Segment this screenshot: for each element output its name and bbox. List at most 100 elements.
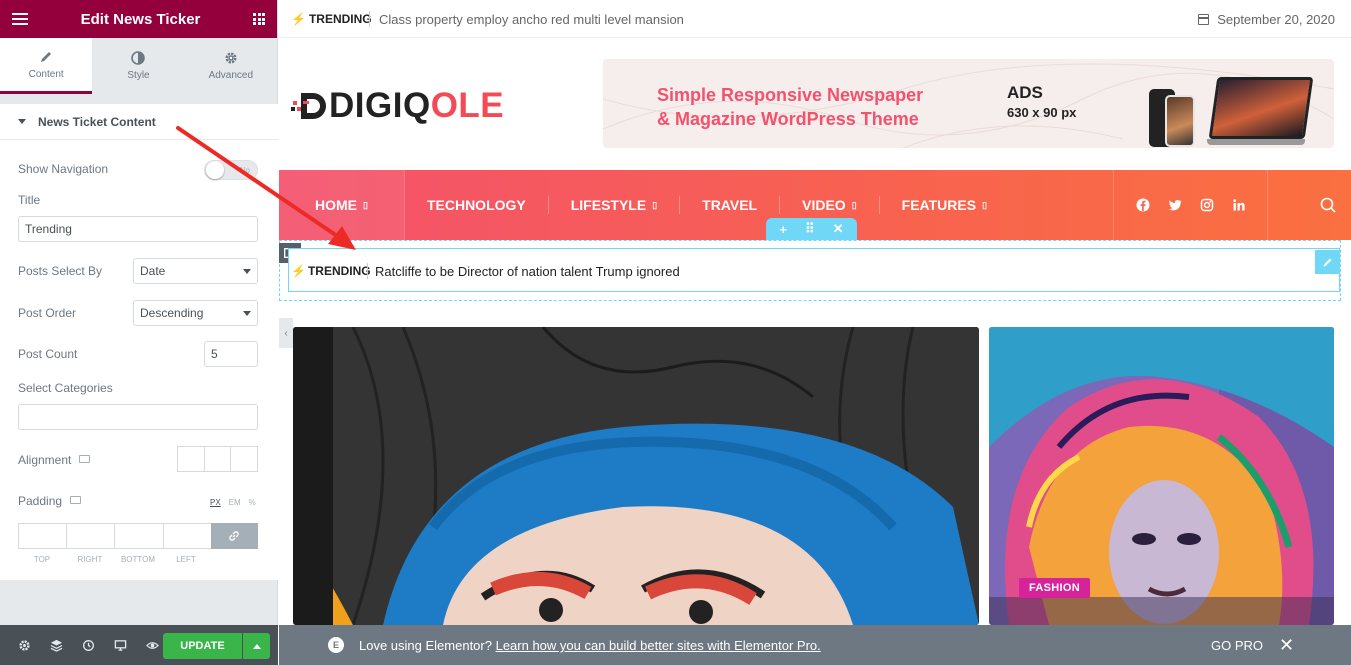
news-ticker-widget[interactable]: ⚡ TRENDING Ratcliffe to be Director of na… xyxy=(288,248,1340,292)
post-count-input[interactable]: 5 xyxy=(204,341,258,367)
dim-label-spacer xyxy=(210,555,258,564)
section-title: News Ticket Content xyxy=(38,114,156,129)
dropdown-icon: ▯ xyxy=(652,199,658,210)
padding-top-input[interactable] xyxy=(18,523,67,549)
show-navigation-label: Show Navigation xyxy=(18,162,109,176)
section-toggle[interactable]: News Ticket Content xyxy=(0,104,278,140)
chevron-down-icon xyxy=(243,311,251,316)
unit-em[interactable]: EM xyxy=(229,498,241,507)
editor-panel: Edit News Ticker Content Style Advanced … xyxy=(0,0,278,665)
contrast-icon xyxy=(131,51,146,65)
post-count-value: 5 xyxy=(211,347,218,361)
tab-advanced[interactable]: Advanced xyxy=(184,38,277,94)
instagram-icon[interactable] xyxy=(1200,198,1214,212)
title-label: Title xyxy=(18,193,41,207)
dim-label-bottom: BOTTOM xyxy=(120,555,156,564)
dropdown-icon: ▯ xyxy=(982,199,988,210)
edit-widget-button[interactable] xyxy=(1315,250,1339,274)
align-right-button[interactable] xyxy=(231,447,257,471)
link-values-button[interactable] xyxy=(210,523,259,549)
alignment-label: Alignment xyxy=(18,453,91,467)
ticker-label-text: TRENDING xyxy=(307,264,371,278)
nav-travel[interactable]: TRAVEL xyxy=(680,170,779,240)
tab-style[interactable]: Style xyxy=(92,38,185,94)
ticker-headline[interactable]: Ratcliffe to be Director of nation talen… xyxy=(375,264,680,279)
ad-size: 630 x 90 px xyxy=(1007,105,1077,120)
padding-inputs xyxy=(18,523,259,549)
nav-technology[interactable]: TECHNOLOGY xyxy=(405,170,548,240)
linkedin-icon[interactable] xyxy=(1232,198,1246,212)
notice-prefix: Love using Elementor? xyxy=(359,638,496,653)
tab-advanced-label: Advanced xyxy=(208,70,254,81)
ticker-label: ⚡ TRENDING xyxy=(291,264,371,278)
category-badge[interactable]: FASHION xyxy=(1019,578,1090,598)
post-order-select[interactable]: Descending xyxy=(133,300,258,326)
alignment-choices xyxy=(177,446,258,472)
caret-down-icon xyxy=(18,119,26,124)
nav-features[interactable]: FEATURES ▯ xyxy=(880,170,1009,240)
notice-message: Love using Elementor? Learn how you can … xyxy=(359,638,821,653)
history-button[interactable] xyxy=(72,639,104,652)
show-navigation-toggle[interactable]: No xyxy=(204,160,258,180)
title-input[interactable]: Trending xyxy=(18,216,258,242)
link-icon xyxy=(229,531,240,541)
go-pro-link[interactable]: GO PRO xyxy=(1211,638,1263,653)
padding-left-input[interactable] xyxy=(162,523,211,549)
ad-banner[interactable]: Simple Responsive Newspaper & Magazine W… xyxy=(603,59,1334,148)
tab-content-label: Content xyxy=(28,68,64,80)
divider xyxy=(367,263,368,279)
notice-link[interactable]: Learn how you can build better sites wit… xyxy=(496,638,821,653)
unit-percent[interactable]: % xyxy=(249,498,256,507)
padding-labels: TOP RIGHT BOTTOM LEFT xyxy=(18,555,258,564)
post-order-value: Descending xyxy=(140,306,204,320)
post-order-label: Post Order xyxy=(18,306,77,320)
ad-title: ADS xyxy=(1007,83,1043,102)
navigator-button[interactable] xyxy=(40,639,72,652)
desktop-icon[interactable] xyxy=(70,496,82,504)
search-icon[interactable] xyxy=(1319,196,1337,214)
posts-select-by-label: Posts Select By xyxy=(18,264,103,278)
unit-px[interactable]: PX xyxy=(210,498,221,507)
facebook-icon[interactable] xyxy=(1136,198,1150,212)
panel-footer: UPDATE xyxy=(0,625,278,665)
add-section-icon[interactable]: + xyxy=(779,222,787,237)
section-handle: + ⠿ ✕ xyxy=(766,218,857,240)
delete-section-icon[interactable]: ✕ xyxy=(833,221,844,237)
ad-text: Simple Responsive Newspaper & Magazine W… xyxy=(657,85,924,129)
topbar-headline[interactable]: Class property employ ancho red multi le… xyxy=(379,12,684,27)
post-count-label: Post Count xyxy=(18,347,78,361)
nav-home[interactable]: HOME ▯ xyxy=(279,170,405,240)
nav-technology-label: TECHNOLOGY xyxy=(426,197,526,213)
posts-select-by-select[interactable]: Date xyxy=(133,258,258,284)
eye-icon xyxy=(145,641,159,649)
elementor-logo-icon: E xyxy=(328,637,344,653)
featured-image-main[interactable] xyxy=(293,327,979,625)
categories-input[interactable] xyxy=(18,404,258,430)
settings-button[interactable] xyxy=(8,639,40,652)
bolt-icon: ⚡ xyxy=(291,12,306,26)
nav-lifestyle[interactable]: LIFESTYLE ▯ xyxy=(549,170,679,240)
logo-mark-icon xyxy=(291,93,326,119)
padding-bottom-input[interactable] xyxy=(114,523,163,549)
drag-handle-icon[interactable]: ⠿ xyxy=(805,221,815,237)
date-text: September 20, 2020 xyxy=(1217,12,1335,27)
calendar-icon xyxy=(1198,14,1210,25)
nav-video-label: VIDEO xyxy=(802,197,846,213)
align-left-button[interactable] xyxy=(178,447,205,471)
twitter-icon[interactable] xyxy=(1168,198,1182,212)
nav-home-label: HOME xyxy=(315,197,357,213)
menu-icon[interactable] xyxy=(12,13,28,25)
save-options-button[interactable] xyxy=(243,633,270,659)
panel-tabs: Content Style Advanced xyxy=(0,38,277,94)
responsive-button[interactable] xyxy=(104,639,136,652)
pencil-icon xyxy=(41,51,52,62)
update-button[interactable]: UPDATE xyxy=(163,633,242,659)
collapse-panel-button[interactable]: ‹ xyxy=(279,318,293,348)
close-icon[interactable]: ✕ xyxy=(1279,635,1294,656)
align-center-button[interactable] xyxy=(205,447,232,471)
widgets-grid-icon[interactable] xyxy=(253,13,265,25)
padding-right-input[interactable] xyxy=(66,523,115,549)
desktop-icon[interactable] xyxy=(79,455,91,463)
site-logo[interactable]: DIGIQOLE xyxy=(291,86,504,126)
tab-content[interactable]: Content xyxy=(0,38,93,94)
